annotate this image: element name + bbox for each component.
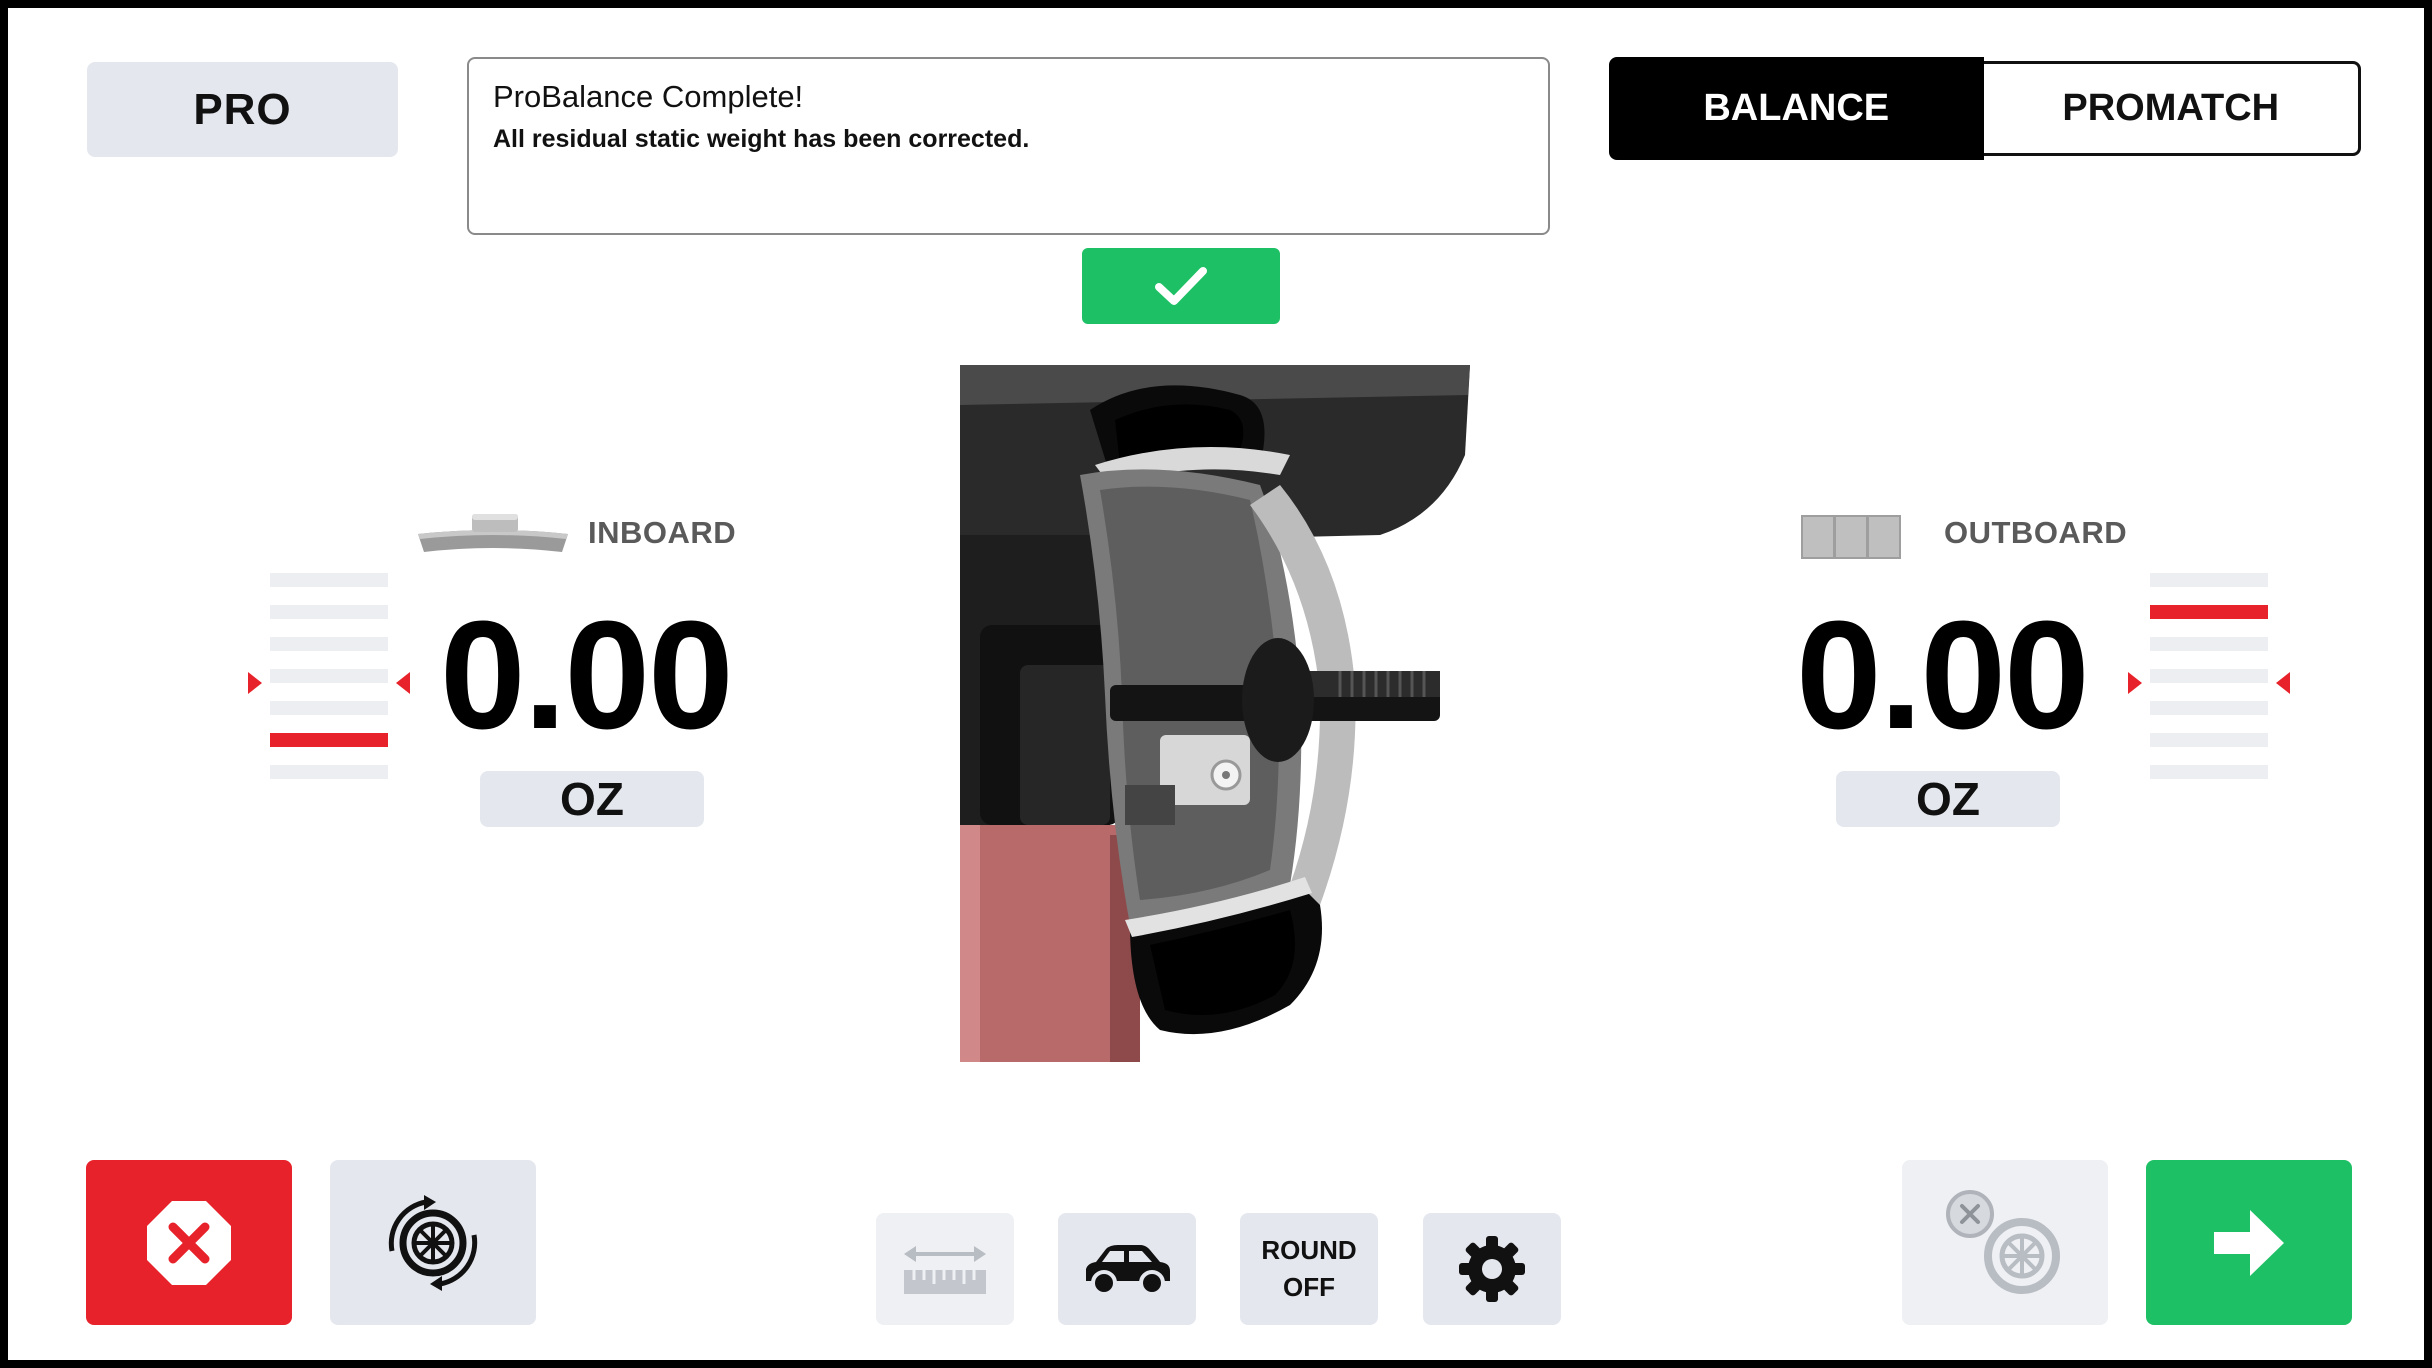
spin-wheel-button[interactable]	[330, 1160, 536, 1325]
meter-bar	[2150, 701, 2268, 715]
meter-bar	[270, 669, 388, 683]
round-off-button[interactable]: ROUND OFF	[1240, 1213, 1378, 1325]
meter-bar-active	[2150, 605, 2268, 619]
promatch-mode-button[interactable]: PROMATCH	[1983, 61, 2361, 156]
round-off-line1: ROUND	[1261, 1235, 1357, 1265]
meter-bar	[270, 573, 388, 587]
meter-bar	[270, 637, 388, 651]
inboard-weight-value: 0.00	[440, 589, 734, 761]
meter-bar	[270, 701, 388, 715]
mode-switch: BALANCE PROMATCH	[1609, 57, 2361, 160]
outboard-unit-button[interactable]: OZ	[1836, 771, 2060, 827]
stop-button[interactable]	[86, 1160, 292, 1325]
arrow-right-icon	[2214, 1209, 2284, 1276]
meter-bar-active	[270, 733, 388, 747]
message-body: All residual static weight has been corr…	[493, 125, 1030, 153]
round-off-label: ROUND OFF	[1261, 1232, 1356, 1306]
measure-button[interactable]	[876, 1213, 1014, 1325]
stop-x-icon	[147, 1200, 231, 1285]
inboard-label: INBOARD	[588, 515, 737, 550]
inboard-position-meter	[270, 573, 388, 789]
outboard-left-marker	[2128, 672, 2142, 694]
wheel-cutaway-illustration	[960, 365, 1480, 1062]
wheel-spin-icon	[388, 1194, 478, 1291]
status-message-box: ProBalance Complete! All residual static…	[467, 57, 1550, 235]
inboard-right-marker	[396, 672, 410, 694]
vehicle-button[interactable]	[1058, 1213, 1196, 1325]
pro-button[interactable]: PRO	[87, 62, 398, 157]
meter-bar	[2150, 733, 2268, 747]
confirm-button[interactable]	[1082, 248, 1280, 324]
outboard-weight-value: 0.00	[1796, 589, 2090, 761]
inboard-unit-button[interactable]: OZ	[480, 771, 704, 827]
outboard-label: OUTBOARD	[1944, 515, 2128, 550]
meter-bar	[270, 605, 388, 619]
meter-bar	[2150, 765, 2268, 779]
settings-button[interactable]	[1423, 1213, 1561, 1325]
ruler-arrows-icon	[904, 1246, 986, 1294]
inboard-left-marker	[248, 672, 262, 694]
adhesive-weight-icon	[1801, 515, 1901, 559]
meter-bar	[2150, 573, 2268, 587]
clip-on-weight-icon	[418, 514, 568, 552]
gear-icon	[1459, 1236, 1525, 1302]
car-icon	[1086, 1245, 1170, 1295]
outboard-right-marker	[2276, 672, 2290, 694]
wheel-clear-button[interactable]	[1902, 1160, 2108, 1325]
balance-mode-button[interactable]: BALANCE	[1609, 57, 1984, 160]
checkmark-icon	[1155, 267, 1207, 305]
meter-bar	[270, 765, 388, 779]
meter-bar	[2150, 669, 2268, 683]
meter-bar	[2150, 637, 2268, 651]
next-button[interactable]	[2146, 1160, 2352, 1325]
round-off-line2: OFF	[1283, 1272, 1335, 1302]
message-title: ProBalance Complete!	[493, 79, 804, 114]
outboard-position-meter	[2150, 573, 2268, 789]
wheel-clear-icon	[1946, 1189, 2060, 1294]
